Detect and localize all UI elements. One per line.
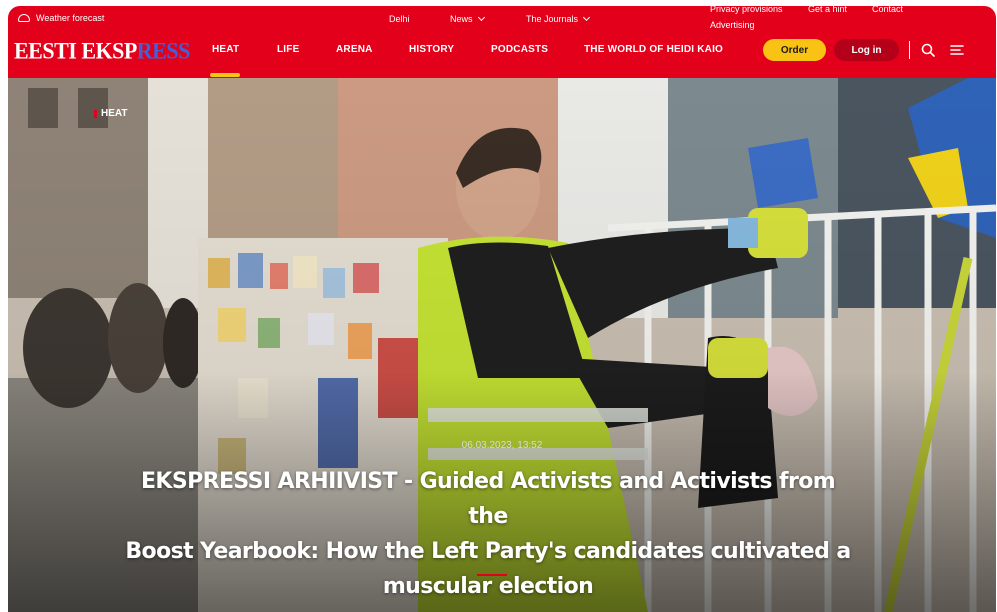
headline-accent-line <box>477 574 507 576</box>
chevron-down-icon <box>582 13 591 22</box>
article-headline[interactable]: EKSPRESSI ARHIIVIST - Guided Activists a… <box>118 464 858 604</box>
news-label: News <box>450 14 473 24</box>
headline-line: Boost Yearbook: How the Left Party's can… <box>125 539 851 564</box>
browser-frame: Weather forecast Delhi News The Journals… <box>8 6 996 612</box>
login-button[interactable]: Log in <box>834 39 899 61</box>
site-logo[interactable]: EESTI EKSPRESS <box>14 37 190 64</box>
journals-label: The Journals <box>526 14 579 24</box>
advertising-link[interactable]: Advertising <box>710 20 755 30</box>
nav-item-podcasts[interactable]: PODCASTS <box>491 44 548 55</box>
menu-icon[interactable] <box>950 44 964 56</box>
search-icon[interactable] <box>921 43 935 57</box>
chevron-down-icon <box>477 13 485 22</box>
article-category-tag[interactable]: HEAT <box>94 108 127 119</box>
weather-label: Weather forecast <box>36 13 105 23</box>
weather-link[interactable]: Weather forecast <box>18 13 104 23</box>
nav-item-heidi-kaio[interactable]: THE WORLD OF HEIDI KAIO <box>584 44 723 55</box>
headline-line: EKSPRESSI ARHIIVIST - Guided Activists a… <box>140 469 836 529</box>
order-button[interactable]: Order <box>763 39 826 61</box>
article-date: 06.03.2023, 13:52 <box>461 440 543 451</box>
nav-active-indicator <box>210 73 240 77</box>
nav-item-history[interactable]: HISTORY <box>409 44 454 55</box>
news-menu[interactable]: News <box>450 13 485 24</box>
header-divider <box>909 41 910 59</box>
category-label: HEAT <box>101 108 128 119</box>
city-link[interactable]: Delhi <box>389 14 410 24</box>
utility-bar: Weather forecast Delhi News The Journals… <box>8 6 996 30</box>
category-marker <box>94 109 97 118</box>
nav-item-life[interactable]: LIFE <box>277 44 299 55</box>
logo-text-accent: RESS <box>136 37 191 64</box>
logo-text-main: EESTI EKSP <box>14 37 137 64</box>
contact-link[interactable]: Contact <box>872 6 903 14</box>
privacy-link[interactable]: Privacy provisions <box>710 6 783 14</box>
hint-link[interactable]: Get a hint <box>808 6 847 14</box>
journals-menu[interactable]: The Journals <box>526 13 591 24</box>
nav-item-heat[interactable]: HEAT <box>212 44 239 55</box>
nav-item-arena[interactable]: ARENA <box>336 44 373 55</box>
site-header: Weather forecast Delhi News The Journals… <box>8 6 996 78</box>
cloud-icon <box>18 14 30 22</box>
